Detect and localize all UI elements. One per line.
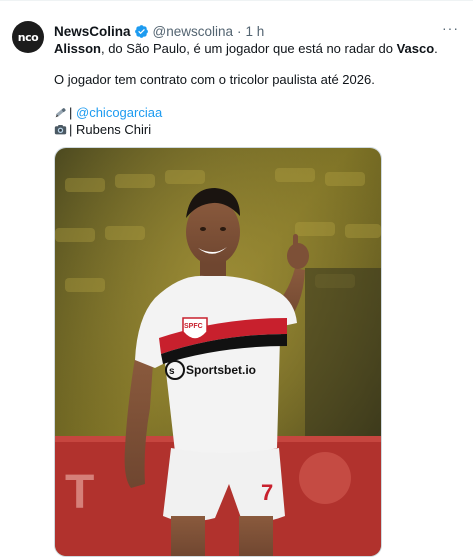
display-name[interactable]: NewsColina	[54, 24, 131, 39]
credit-line-photo: | Rubens Chiri	[54, 121, 151, 139]
shorts-number: 7	[261, 480, 273, 505]
tweet-text-line-2: O jogador tem contrato com o tricolor pa…	[54, 72, 375, 87]
tweet-photo[interactable]: T SPFC s Sportsbet.io 7	[54, 147, 382, 557]
handle[interactable]: @newscolina	[153, 24, 234, 39]
jersey-sponsor: Sportsbet.io	[186, 363, 256, 377]
credit-link[interactable]: @chicogarciaa	[76, 105, 162, 120]
player-name: Alisson	[54, 41, 101, 56]
camera-emoji-icon	[54, 125, 67, 135]
svg-text:s: s	[169, 366, 175, 377]
player-photo: T SPFC s Sportsbet.io 7	[55, 148, 381, 556]
verified-badge-icon	[134, 24, 148, 38]
more-options-icon[interactable]: ···	[442, 20, 459, 36]
avatar[interactable]: nco	[12, 21, 44, 53]
pen-emoji-icon	[55, 108, 66, 118]
credit-line-writer: | @chicogarciaa	[54, 104, 162, 122]
jersey-crest: SPFC	[184, 323, 203, 330]
top-divider	[0, 0, 473, 1]
tweet-text-line-1: Alisson, do São Paulo, é um jogador que …	[54, 40, 438, 58]
credit-prefix: |	[69, 105, 76, 120]
tweet-header: NewsColina @newscolina · 1 h	[54, 22, 264, 40]
avatar-logo: nco	[17, 30, 39, 44]
svg-text:T: T	[65, 466, 94, 519]
separator-dot: ·	[237, 23, 242, 39]
tweet-text-period: .	[434, 41, 438, 56]
tweet-text-body: , do São Paulo, é um jogador que está no…	[100, 41, 397, 56]
club-name: Vasco	[396, 41, 435, 56]
timestamp[interactable]: 1 h	[246, 24, 265, 39]
photo-credit: | Rubens Chiri	[69, 122, 152, 137]
